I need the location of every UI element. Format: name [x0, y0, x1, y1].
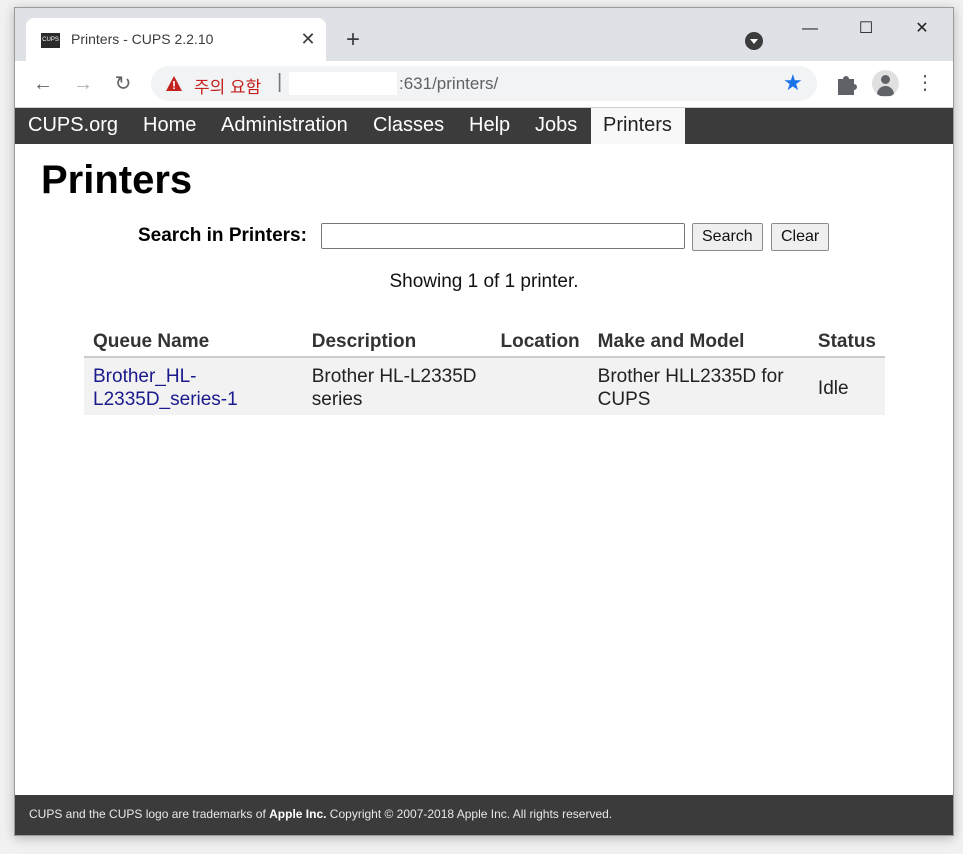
queue-line-2: L2335D_series-1 [93, 389, 238, 410]
maximize-icon[interactable]: ☐ [843, 14, 889, 44]
tab-strip: CUPS Printers - CUPS 2.2.10 ✕ + — ☐ ✕ [15, 8, 953, 61]
nav-help[interactable]: Help [457, 108, 522, 144]
url-path: :631/printers/ [399, 74, 499, 93]
close-window-icon[interactable]: ✕ [899, 14, 945, 44]
nav-administration[interactable]: Administration [209, 108, 360, 144]
footer-company: Apple Inc. [269, 807, 327, 821]
back-icon[interactable]: ← [26, 67, 60, 101]
warning-icon [166, 76, 182, 91]
nav-cups-org[interactable]: CUPS.org [16, 108, 130, 144]
search-input[interactable] [321, 223, 685, 249]
account-avatar-icon[interactable] [872, 70, 899, 97]
col-location[interactable]: Location [491, 326, 589, 358]
footer-prefix: CUPS and the CUPS logo are trademarks of [29, 807, 270, 821]
nav-classes[interactable]: Classes [361, 108, 456, 144]
nav-printers[interactable]: Printers [591, 108, 685, 144]
cups-navbar: CUPS.org Home Administration Classes Hel… [15, 108, 953, 144]
minimize-icon[interactable]: — [787, 14, 833, 44]
tab-close-icon[interactable]: ✕ [296, 27, 320, 51]
url-host-redacted [289, 72, 397, 95]
security-warning-label: 주의 요함 [194, 78, 262, 97]
footer-text: CUPS and the CUPS logo are trademarks of… [29, 795, 612, 833]
desc-line-1: Brother HL-L2335D [311, 366, 477, 387]
printer-queue-link[interactable]: Brother_HL- L2335D_series-1 [93, 366, 238, 410]
forward-icon[interactable]: → [66, 67, 100, 101]
nav-jobs[interactable]: Jobs [523, 108, 589, 144]
avatar-head [881, 75, 890, 84]
tab-title: Printers - CUPS 2.2.10 [71, 31, 214, 47]
browser-tab[interactable]: CUPS Printers - CUPS 2.2.10 ✕ [26, 18, 326, 61]
reload-icon[interactable]: ↻ [106, 67, 140, 101]
model-line-2: CUPS [597, 389, 651, 410]
bookmark-star-icon[interactable]: ★ [783, 70, 803, 96]
col-description[interactable]: Description [302, 326, 492, 358]
table-header-row: Queue Name Description Location Make and… [84, 326, 885, 358]
location-cell [491, 357, 589, 415]
new-tab-icon[interactable]: + [339, 27, 367, 55]
make-model-cell: Brother HLL2335D for CUPS [588, 357, 809, 415]
nav-home[interactable]: Home [131, 108, 208, 144]
search-button[interactable]: Search [692, 223, 763, 251]
queue-name-cell: Brother_HL- L2335D_series-1 [84, 357, 303, 415]
page-title: Printers [41, 158, 193, 202]
printers-table: Queue Name Description Location Make and… [84, 326, 885, 415]
col-status[interactable]: Status [808, 326, 885, 358]
status-cell: Idle [808, 357, 885, 415]
col-make-and-model[interactable]: Make and Model [588, 326, 809, 358]
avatar-body [877, 86, 894, 96]
desc-line-2: series [311, 389, 363, 410]
footer-suffix: Copyright © 2007-2018 Apple Inc. All rig… [326, 807, 613, 821]
description-cell: Brother HL-L2335D series [302, 357, 492, 415]
browser-menu-icon[interactable]: ⋮ [915, 69, 935, 99]
url-separator: | [277, 71, 283, 93]
browser-toolbar: ← → ↻ 주의 요함 | :631/printers/ ★ ⋮ [15, 61, 953, 108]
col-queue-name[interactable]: Queue Name [84, 326, 303, 358]
address-bar[interactable]: 주의 요함 | :631/printers/ ★ [151, 66, 817, 101]
page-footer: CUPS and the CUPS logo are trademarks of… [15, 795, 953, 835]
results-count: Showing 1 of 1 printer. [389, 271, 579, 292]
tab-search-dropdown-icon[interactable] [745, 32, 763, 50]
table-row: Brother_HL- L2335D_series-1 Brother HL-L2… [84, 357, 885, 415]
cups-favicon-icon: CUPS [41, 33, 60, 48]
clear-button[interactable]: Clear [771, 223, 830, 251]
cups-page: CUPS.org Home Administration Classes Hel… [15, 108, 953, 835]
extensions-puzzle-icon[interactable] [833, 71, 859, 97]
search-label: Search in Printers: [138, 225, 307, 246]
browser-window: CUPS Printers - CUPS 2.2.10 ✕ + — ☐ ✕ ← … [14, 7, 954, 836]
queue-line-1: Brother_HL- [93, 366, 197, 387]
model-line-1: Brother HLL2335D for [597, 366, 784, 387]
